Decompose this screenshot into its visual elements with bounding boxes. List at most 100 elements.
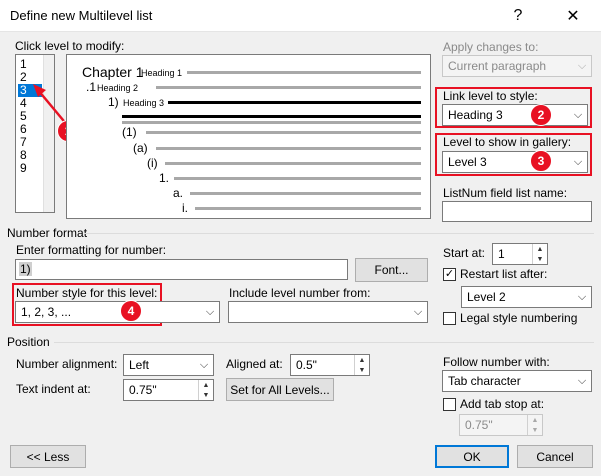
preview-line (165, 162, 421, 165)
spin-down-icon: ▼ (531, 426, 539, 434)
preview-level8-number: 1. (159, 171, 170, 185)
preview-level3-number: 1) (108, 95, 119, 109)
preview-line-selected (168, 101, 421, 104)
legal-style-checkbox[interactable] (443, 312, 456, 325)
tab-stop-value: 0.75" (465, 418, 493, 432)
number-alignment-label: Number alignment: (16, 357, 118, 371)
start-at-spinner[interactable]: 1 ▲ ▼ (492, 243, 548, 265)
preview-line (174, 177, 421, 180)
group-divider (84, 233, 594, 234)
follow-number-label: Follow number with: (443, 355, 550, 369)
preview-chapter: Chapter 1 (82, 64, 144, 80)
preview-level6-number: (a) (133, 141, 148, 155)
restart-list-label: Restart list after: (460, 267, 548, 281)
chevron-down-icon[interactable]: ⌵ (573, 371, 591, 391)
preview-line (146, 131, 421, 134)
number-style-combo[interactable]: 1, 2, 3, ... ⌵ (15, 301, 220, 323)
restart-after-value: Level 2 (467, 290, 506, 304)
preview-line (195, 207, 421, 210)
chevron-down-icon[interactable]: ⌵ (409, 302, 427, 322)
spin-up-icon: ▲ (531, 416, 539, 424)
preview-heading1-label: Heading 1 (141, 68, 183, 78)
spin-up-icon[interactable]: ▲ (533, 244, 547, 254)
spin-down-icon[interactable]: ▼ (199, 390, 213, 400)
text-indent-label: Text indent at: (16, 382, 91, 396)
text-indent-value: 0.75" (129, 383, 157, 397)
enter-formatting-input[interactable]: 1) (15, 259, 348, 280)
preview-level9-a: a. (173, 186, 184, 200)
preview-line (187, 71, 421, 74)
follow-number-combo[interactable]: Tab character ⌵ (442, 370, 592, 392)
number-style-value: 1, 2, 3, ... (21, 305, 72, 319)
enter-formatting-value: 1) (19, 262, 32, 276)
ok-button[interactable]: OK (435, 445, 509, 468)
preview-line-selected (122, 115, 421, 118)
tab-stop-spinner: 0.75" ▲ ▼ (459, 414, 543, 436)
chevron-down-icon[interactable]: ⌵ (573, 287, 591, 307)
spin-down-icon[interactable]: ▼ (533, 254, 547, 264)
annotation-badge-3: 3 (530, 150, 552, 172)
chevron-down-icon: ⌵ (577, 59, 587, 72)
number-format-group-label: Number format (7, 226, 88, 240)
listnum-label: ListNum field list name: (443, 186, 568, 200)
add-tab-stop-label: Add tab stop at: (460, 397, 545, 411)
aligned-at-label: Aligned at: (226, 357, 283, 371)
close-icon: ✕ (566, 8, 580, 25)
aligned-at-spinner[interactable]: 0.5" ▲ ▼ (290, 354, 370, 376)
add-tab-stop-checkbox[interactable] (443, 398, 456, 411)
apply-changes-label: Apply changes to: (443, 40, 539, 54)
set-all-levels-button[interactable]: Set for All Levels... (226, 378, 334, 401)
preview-line (190, 192, 421, 195)
include-level-label: Include level number from: (229, 286, 371, 300)
help-icon: ? (513, 7, 523, 24)
start-at-label: Start at: (443, 246, 486, 260)
help-button[interactable]: ? (495, 0, 541, 32)
restart-after-combo[interactable]: Level 2 ⌵ (461, 286, 592, 308)
enter-formatting-label: Enter formatting for number: (16, 243, 167, 257)
gallery-level-combo[interactable]: Level 3 ⌵ (442, 151, 588, 173)
spin-down-icon[interactable]: ▼ (355, 365, 369, 375)
preview-line (156, 147, 421, 150)
dialog-title: Define new Multilevel list (10, 8, 153, 23)
preview-level5-number: (1) (122, 125, 137, 139)
legal-style-label: Legal style numbering (460, 311, 578, 325)
number-style-label: Number style for this level: (16, 286, 158, 300)
levels-label: Click level to modify: (15, 39, 125, 53)
link-level-combo[interactable]: Heading 3 ⌵ (442, 104, 588, 126)
text-indent-spinner[interactable]: 0.75" ▲ ▼ (123, 379, 214, 401)
level-item-9[interactable]: 9 (18, 162, 42, 175)
level-preview: Chapter 1 Heading 1 .1 Heading 2 1) Head… (66, 54, 431, 219)
chevron-down-icon[interactable]: ⌵ (195, 355, 213, 375)
preview-line (122, 121, 421, 124)
preview-level2-number: .1 (86, 80, 97, 94)
less-button[interactable]: << Less (10, 445, 86, 468)
preview-line (156, 86, 421, 89)
chevron-down-icon[interactable]: ⌵ (569, 105, 587, 125)
preview-level7-number: (i) (147, 156, 158, 170)
preview-heading3-label: Heading 3 (123, 98, 165, 108)
font-button[interactable]: Font... (355, 258, 428, 282)
link-level-label: Link level to style: (443, 89, 538, 103)
cancel-button[interactable]: Cancel (517, 445, 593, 468)
number-alignment-value: Left (129, 358, 150, 372)
start-at-value: 1 (498, 247, 505, 261)
chevron-down-icon[interactable]: ⌵ (201, 302, 219, 322)
spin-up-icon[interactable]: ▲ (199, 380, 213, 390)
aligned-at-value: 0.5" (296, 358, 317, 372)
position-group-label: Position (7, 335, 50, 349)
include-level-combo[interactable]: ⌵ (228, 301, 428, 323)
preview-heading2-label: Heading 2 (97, 83, 139, 93)
close-button[interactable]: ✕ (550, 0, 596, 32)
follow-number-value: Tab character (448, 374, 521, 388)
check-icon: ✓ (444, 268, 455, 280)
apply-changes-value: Current paragraph (448, 59, 547, 73)
apply-changes-combo: Current paragraph ⌵ (442, 55, 592, 77)
number-alignment-combo[interactable]: Left ⌵ (123, 354, 214, 376)
spin-up-icon[interactable]: ▲ (355, 355, 369, 365)
chevron-down-icon[interactable]: ⌵ (569, 152, 587, 172)
preview-level9-i: i. (182, 201, 188, 215)
gallery-level-label: Level to show in gallery: (443, 135, 572, 149)
group-divider (54, 342, 594, 343)
listnum-input[interactable] (442, 201, 592, 222)
restart-list-checkbox[interactable]: ✓ (443, 268, 456, 281)
